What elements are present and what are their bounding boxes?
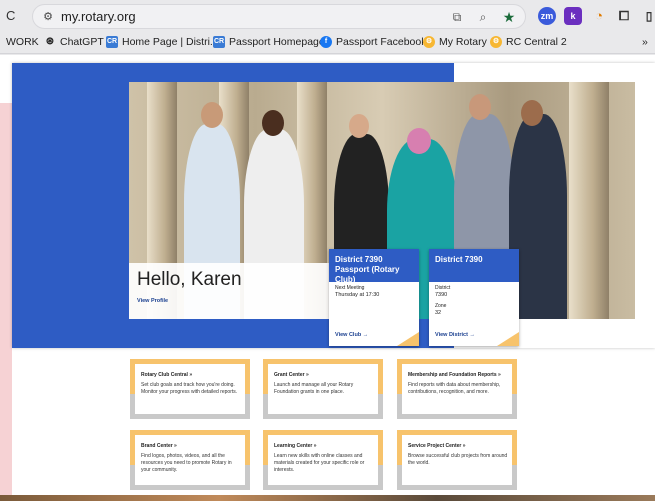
bookmark-rc-central[interactable]: ⚙ RC Central 2: [490, 36, 567, 48]
left-edge-accent: [0, 103, 12, 501]
zone-value: 32: [435, 310, 442, 316]
view-club-link[interactable]: View Club →: [335, 332, 368, 338]
tile-title[interactable]: Grant Center »: [274, 372, 309, 378]
club-card-title: District 7390 Passport (Rotary Club): [329, 249, 419, 284]
tile-grant-center[interactable]: Grant Center » Launch and manage all you…: [263, 359, 383, 419]
cr-icon: CR: [213, 36, 225, 48]
reload-icon[interactable]: C: [6, 8, 15, 23]
page-content: Hello, Karen View Profile District 7390 …: [0, 55, 655, 501]
bookmark-home-page[interactable]: CR Home Page | Distri...: [106, 36, 219, 48]
bookmarks-overflow[interactable]: »: [642, 36, 648, 48]
card-corner-accent: [497, 332, 519, 346]
install-app-icon[interactable]: ⧉: [449, 8, 465, 26]
zone-label: Zone: [435, 303, 447, 309]
bookmark-chatgpt[interactable]: ⊛ ChatGPT: [44, 36, 104, 48]
tile-title[interactable]: Rotary Club Central »: [141, 372, 192, 378]
bookmark-star-icon[interactable]: ★: [501, 8, 517, 26]
view-profile-link[interactable]: View Profile: [137, 298, 168, 304]
facebook-icon: f: [320, 36, 332, 48]
tile-title[interactable]: Membership and Foundation Reports »: [408, 372, 501, 378]
zoom-extension-icon[interactable]: zm: [538, 7, 556, 25]
extensions-puzzle-icon[interactable]: ⧠: [615, 7, 633, 25]
next-meeting-value: Thursday at 17:30: [335, 292, 380, 298]
tile-service-project-center[interactable]: Service Project Center » Browse successf…: [397, 430, 517, 490]
sidebar-icon[interactable]: ▯: [640, 7, 655, 25]
tile-brand-center[interactable]: Brand Center » Find logos, photos, video…: [130, 430, 250, 490]
bookmarks-bar: WORK ⊛ ChatGPT CR Home Page | Distri... CR…: [0, 32, 655, 54]
site-settings-icon[interactable]: ⚙: [40, 9, 56, 25]
address-bar-actions: ⧉ ⌕ ★: [449, 8, 517, 26]
view-district-link[interactable]: View District →: [435, 332, 475, 338]
tile-description: Browse successful club projects from aro…: [408, 453, 508, 466]
district-value: 7390: [435, 292, 448, 298]
greeting-text: Hello, Karen: [137, 269, 242, 290]
bookmark-work[interactable]: WORK: [6, 36, 39, 48]
tile-title[interactable]: Service Project Center »: [408, 443, 466, 449]
timer-extension-icon[interactable]: ◔: [590, 7, 608, 25]
bookmark-my-rotary[interactable]: ⚙ My Rotary: [423, 36, 487, 48]
browser-toolbar: C ⚙ my.rotary.org ⧉ ⌕ ★ zm k ◔ ⧠ ▯: [0, 0, 655, 32]
tile-description: Find logos, photos, videos, and all the …: [141, 453, 232, 473]
club-card[interactable]: District 7390 Passport (Rotary Club) Nex…: [329, 249, 419, 346]
district-card[interactable]: District 7390 District 7390 Zone 32 View…: [429, 249, 519, 346]
tile-rotary-club-central[interactable]: Rotary Club Central » Set club goals and…: [130, 359, 250, 419]
k-extension-icon[interactable]: k: [564, 7, 582, 25]
url-text[interactable]: my.rotary.org: [61, 9, 136, 24]
tile-learning-center[interactable]: Learning Center » Learn new skills with …: [263, 430, 383, 490]
card-corner-accent: [397, 332, 419, 346]
zoom-icon[interactable]: ⌕: [475, 8, 491, 26]
district-label: District: [435, 285, 451, 291]
tile-description: Learn new skills with online classes and…: [274, 453, 365, 473]
chatgpt-icon: ⊛: [45, 36, 55, 47]
tile-description: Set club goals and track how you're doin…: [141, 382, 238, 395]
bookmark-passport-homepage[interactable]: CR Passport Homepage: [213, 36, 325, 48]
district-card-title: District 7390: [429, 249, 519, 282]
greeting-panel: Hello, Karen View Profile: [129, 263, 329, 319]
bookmark-passport-facebook[interactable]: f Passport Facebook: [320, 36, 426, 48]
rotary-wheel-icon: ⚙: [423, 36, 435, 48]
address-bar[interactable]: ⚙ my.rotary.org ⧉ ⌕ ★: [32, 4, 526, 29]
footer-photo-strip: [0, 495, 655, 501]
cr-icon: CR: [106, 36, 118, 48]
tile-description: Launch and manage all your Rotary Founda…: [274, 382, 354, 395]
tile-title[interactable]: Learning Center »: [274, 443, 317, 449]
rotary-wheel-icon: ⚙: [490, 36, 502, 48]
tile-membership-reports[interactable]: Membership and Foundation Reports » Find…: [397, 359, 517, 419]
tile-description: Find reports with data about membership,…: [408, 382, 501, 395]
tile-title[interactable]: Brand Center »: [141, 443, 177, 449]
next-meeting-label: Next Meeting: [335, 285, 365, 291]
